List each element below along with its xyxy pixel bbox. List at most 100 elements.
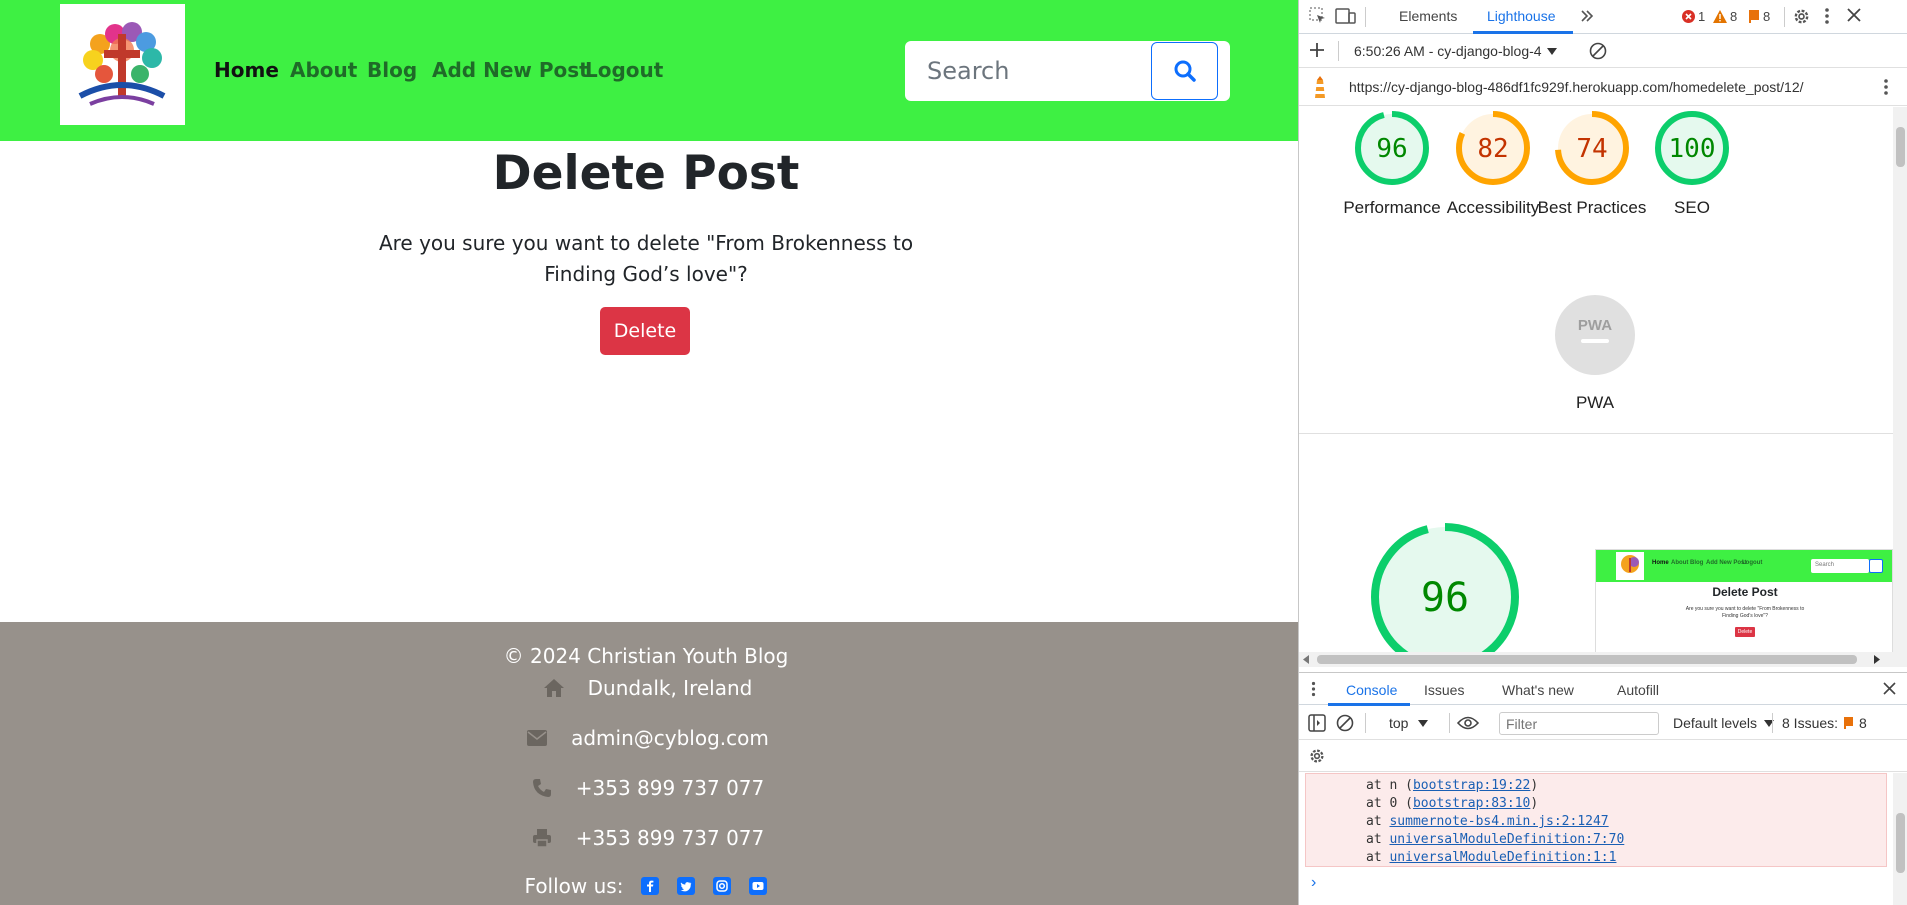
kebab-menu-icon[interactable] <box>1883 78 1889 96</box>
context-selector[interactable]: top <box>1389 715 1429 731</box>
toolbar-divider <box>1365 713 1366 733</box>
stack-prefix: at <box>1366 832 1390 847</box>
footer-phone-text: +353 899 737 077 <box>575 776 765 800</box>
search-input[interactable] <box>905 41 1151 101</box>
pwa-gauge[interactable]: PWA PWA <box>1530 294 1660 415</box>
nav-add-new-post[interactable]: Add New Post <box>432 58 589 82</box>
page-title: Delete Post <box>492 146 800 201</box>
score-ring: 82 <box>1456 111 1530 185</box>
stack-source-link[interactable]: summernote-bs4.min.js:2:1247 <box>1389 814 1608 829</box>
footer-email: admin@cyblog.com <box>0 726 1292 750</box>
delete-button[interactable]: Delete <box>600 307 690 355</box>
nav-home[interactable]: Home <box>214 58 279 82</box>
console-filter-input[interactable] <box>1499 712 1659 735</box>
dropdown-arrow-icon <box>1418 720 1429 727</box>
pwa-badge-text: PWA <box>1578 317 1612 334</box>
report-selector-text: 6:50:26 AM - cy-django-blog-4 <box>1354 43 1542 59</box>
drawer-tab-whats-new[interactable]: What's new <box>1502 682 1574 698</box>
page-screenshot-thumbnail[interactable]: Home About Blog Add New Post Logout Sear… <box>1595 549 1893 652</box>
sidebar-toggle-icon[interactable] <box>1308 714 1326 732</box>
youtube-icon[interactable] <box>749 877 768 895</box>
big-score-value: 96 <box>1421 575 1469 621</box>
thumb-nav-add-post: Add New Post <box>1706 560 1747 566</box>
thumb-nav-blog: Blog <box>1690 560 1704 566</box>
stack-source-link[interactable]: bootstrap:19:22 <box>1413 778 1530 793</box>
lighthouse-icon <box>1311 76 1329 100</box>
toolbar-divider <box>1449 713 1450 733</box>
context-selector-text: top <box>1389 715 1409 731</box>
lighthouse-url-bar: https://cy-django-blog-486df1fc929f.hero… <box>1299 68 1907 106</box>
report-horizontal-scrollbar[interactable] <box>1299 652 1907 667</box>
drawer-tab-issues[interactable]: Issues <box>1424 682 1464 698</box>
report-vertical-scroll-thumb[interactable] <box>1896 127 1905 167</box>
eye-icon[interactable] <box>1457 715 1479 731</box>
close-devtools-icon[interactable] <box>1847 8 1861 22</box>
lighthouse-toolbar: 6:50:26 AM - cy-django-blog-4 <box>1299 34 1907 68</box>
score-label: SEO <box>1674 198 1710 217</box>
phone-icon <box>528 776 556 800</box>
footer-phone: +353 899 737 077 <box>0 776 1292 800</box>
more-tabs-icon[interactable] <box>1579 8 1595 24</box>
console-vertical-scrollbar[interactable] <box>1893 773 1907 905</box>
search-icon <box>1174 60 1196 82</box>
score-ring: 96 <box>1355 111 1429 185</box>
footer-fax: +353 899 737 077 <box>0 826 1292 850</box>
thumb-logo-icon <box>1621 555 1639 573</box>
score-value: 74 <box>1576 134 1607 164</box>
stack-source-link[interactable]: universalModuleDefinition:7:70 <box>1389 832 1624 847</box>
error-count-badge[interactable]: 1 <box>1682 9 1705 24</box>
website-viewport: Home About Blog Add New Post Logout Dele… <box>0 0 1298 905</box>
search-button[interactable] <box>1151 42 1218 100</box>
inspect-element-icon[interactable] <box>1309 7 1327 25</box>
twitter-icon[interactable] <box>677 877 696 895</box>
nav-about[interactable]: About <box>290 58 357 82</box>
score-ring: 74 <box>1555 111 1629 185</box>
drawer-tab-console[interactable]: Console <box>1346 682 1397 698</box>
score-ring: 100 <box>1655 111 1729 185</box>
report-horizontal-scroll-thumb[interactable] <box>1317 655 1857 664</box>
issues-count-badge[interactable]: 8 <box>1748 9 1770 24</box>
thumb-nav-home: Home <box>1652 560 1669 566</box>
search-form <box>905 41 1230 101</box>
tab-elements[interactable]: Elements <box>1399 8 1457 24</box>
thumb-logo <box>1616 552 1644 580</box>
toolbar-divider <box>1772 713 1773 733</box>
clear-reports-icon[interactable] <box>1589 42 1607 60</box>
drawer-tab-autofill[interactable]: Autofill <box>1617 682 1659 698</box>
audited-url: https://cy-django-blog-486df1fc929f.hero… <box>1349 79 1804 95</box>
stack-suffix: ) <box>1530 778 1539 793</box>
nav-blog[interactable]: Blog <box>367 58 417 82</box>
kebab-menu-icon[interactable] <box>1824 7 1830 25</box>
site-logo[interactable] <box>60 4 185 125</box>
envelope-icon <box>523 726 551 750</box>
device-toolbar-icon[interactable] <box>1335 7 1357 25</box>
stack-trace-line: at n (bootstrap:19:22) <box>1306 778 1886 796</box>
console-vertical-scroll-thumb[interactable] <box>1896 813 1905 873</box>
console-issues-link[interactable]: 8 Issues: 8 <box>1782 715 1867 731</box>
log-levels-selector[interactable]: Default levels <box>1673 715 1774 731</box>
warning-count-badge[interactable]: 8 <box>1713 9 1737 24</box>
report-selector[interactable]: 6:50:26 AM - cy-django-blog-4 <box>1354 43 1558 59</box>
clear-console-icon[interactable] <box>1336 714 1354 732</box>
thumb-search: Search <box>1811 559 1869 573</box>
drawer-menu-icon[interactable] <box>1311 681 1316 697</box>
plus-icon[interactable] <box>1309 42 1325 58</box>
nav-logout[interactable]: Logout <box>585 58 663 82</box>
tab-lighthouse[interactable]: Lighthouse <box>1487 8 1556 24</box>
console-prompt[interactable]: › <box>1311 874 1316 892</box>
report-vertical-scrollbar[interactable] <box>1893 107 1907 652</box>
console-settings-row <box>1299 740 1907 772</box>
instagram-icon[interactable] <box>713 877 732 895</box>
stack-prefix: at 0 ( <box>1366 796 1413 811</box>
facebook-icon[interactable] <box>641 877 660 895</box>
close-drawer-icon[interactable] <box>1883 682 1896 695</box>
footer-address: Dundalk, Ireland <box>0 676 1292 700</box>
console-settings-gear-icon[interactable] <box>1308 747 1326 765</box>
gear-icon[interactable] <box>1792 7 1811 26</box>
score-gauge[interactable]: 100 SEO <box>1627 107 1757 220</box>
footer: © 2024 Christian Youth Blog Dundalk, Ire… <box>0 622 1298 905</box>
stack-source-link[interactable]: universalModuleDefinition:1:1 <box>1389 850 1616 865</box>
stack-prefix: at n ( <box>1366 778 1413 793</box>
stack-source-link[interactable]: bootstrap:83:10 <box>1413 796 1530 811</box>
footer-email-text: admin@cyblog.com <box>571 726 769 750</box>
